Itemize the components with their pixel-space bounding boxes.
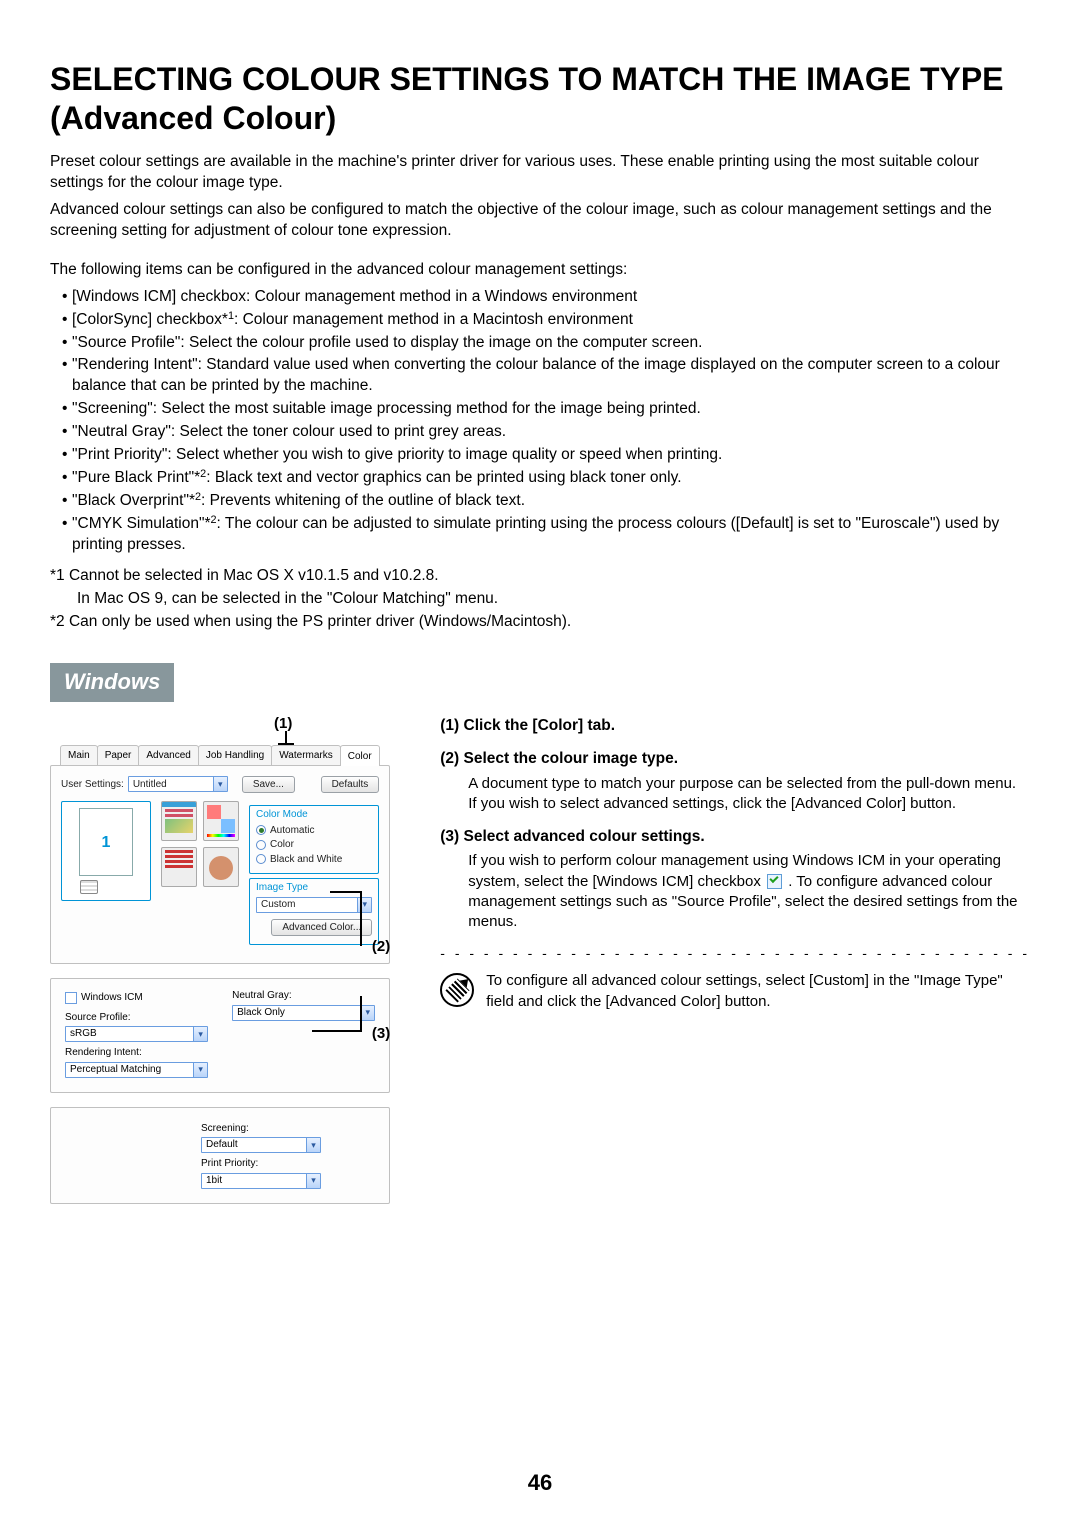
tab-advanced[interactable]: Advanced [138, 745, 198, 765]
list-item: [ColorSync] checkbox*1: Colour managemen… [62, 310, 1030, 331]
tab-watermarks[interactable]: Watermarks [271, 745, 341, 765]
source-profile-label: Source Profile: [65, 1011, 208, 1025]
footnote-1: *1 Cannot be selected in Mac OS X v10.1.… [50, 566, 1030, 587]
pencil-icon [440, 973, 474, 1007]
chevron-down-icon: ▾ [213, 777, 227, 791]
radio-automatic[interactable]: Automatic [256, 824, 372, 838]
image-type-select[interactable]: Custom ▾ [256, 897, 372, 913]
thumb-graphics [203, 801, 239, 841]
user-settings-select[interactable]: Untitled ▾ [128, 776, 228, 792]
chevron-down-icon: ▾ [360, 1006, 374, 1020]
step-3-title: (3) Select advanced colour settings. [440, 827, 1030, 848]
screenshot-driver-dialog: (1) Main Paper Advanced Job Handling Wat… [50, 716, 390, 1204]
callout-3-label: (3) [372, 1024, 390, 1044]
list-item: "Screening": Select the most suitable im… [62, 399, 1030, 420]
save-button[interactable]: Save... [242, 776, 295, 794]
step-1-title: (1) Click the [Color] tab. [440, 716, 1030, 737]
panel-color-tab: User Settings: Untitled ▾ Save... Defaul… [50, 765, 390, 965]
print-priority-label: Print Priority: [201, 1157, 375, 1171]
list-item: "Print Priority": Select whether you wis… [62, 445, 1030, 466]
intro-paragraph-1: Preset colour settings are available in … [50, 152, 1030, 194]
list-item: "Black Overprint"*2: Prevents whitening … [62, 491, 1030, 512]
footnote-1b: In Mac OS 9, can be selected in the "Col… [77, 589, 1030, 610]
step-1: (1) Click the [Color] tab. [440, 716, 1030, 737]
step-2-title: (2) Select the colour image type. [440, 749, 1030, 770]
rendering-intent-select[interactable]: Perceptual Matching▾ [65, 1062, 208, 1078]
intro-paragraph-1b: Advanced colour settings can also be con… [50, 200, 1030, 242]
radio-black-and-white[interactable]: Black and White [256, 853, 372, 867]
footnotes: *1 Cannot be selected in Mac OS X v10.1.… [50, 566, 1030, 633]
step-3: (3) Select advanced colour settings. If … [440, 827, 1030, 933]
screening-select[interactable]: Default▾ [201, 1137, 321, 1153]
neutral-gray-select[interactable]: Black Only▾ [232, 1005, 375, 1021]
tab-color[interactable]: Color [340, 745, 380, 766]
list-item: [Windows ICM] checkbox: Colour managemen… [62, 287, 1030, 308]
page-number: 46 [0, 1468, 1080, 1498]
callout-1-label: (1) [274, 714, 292, 734]
tab-strip: Main Paper Advanced Job Handling Waterma… [60, 744, 390, 765]
screenshot-advanced-color-dialog: Windows ICM Source Profile: sRGB▾ Render… [50, 978, 390, 1093]
source-profile-select[interactable]: sRGB▾ [65, 1026, 208, 1042]
group-color-mode: Color Mode Automatic Color Black and Whi… [249, 805, 379, 874]
tip-note: To configure all advanced colour setting… [440, 971, 1030, 1012]
page-preview: 1 [61, 801, 151, 901]
divider-dashes: - - - - - - - - - - - - - - - - - - - - … [440, 944, 1030, 963]
windows-icm-checkbox[interactable]: Windows ICM [65, 991, 208, 1005]
screenshot-screening-fragment: Screening: Default▾ Print Priority: 1bit… [50, 1107, 390, 1204]
rendering-intent-label: Rendering Intent: [65, 1046, 208, 1060]
defaults-button[interactable]: Defaults [321, 776, 380, 794]
footnote-2: *2 Can only be used when using the PS pr… [50, 612, 1030, 633]
page-title: SELECTING COLOUR SETTINGS TO MATCH THE I… [50, 60, 1030, 138]
print-priority-select[interactable]: 1bit▾ [201, 1173, 321, 1189]
tab-main[interactable]: Main [60, 745, 98, 765]
tab-paper[interactable]: Paper [97, 745, 140, 765]
chevron-down-icon: ▾ [193, 1027, 207, 1041]
user-settings-label: User Settings: [61, 778, 124, 792]
preview-page-number: 1 [79, 808, 133, 876]
intro-paragraph-2: The following items can be configured in… [50, 260, 1030, 281]
screening-label: Screening: [201, 1122, 375, 1136]
list-item: "Pure Black Print"*2: Black text and vec… [62, 468, 1030, 489]
neutral-gray-label: Neutral Gray: [232, 989, 375, 1003]
chevron-down-icon: ▾ [306, 1138, 320, 1152]
radio-color[interactable]: Color [256, 838, 372, 852]
thumb-document [161, 801, 197, 841]
thumb-text [161, 847, 197, 887]
settings-bullet-list: [Windows ICM] checkbox: Colour managemen… [50, 287, 1030, 556]
chevron-down-icon: ▾ [193, 1063, 207, 1077]
callout-2-label: (2) [372, 937, 390, 957]
os-heading-windows: Windows [50, 663, 174, 703]
step-2: (2) Select the colour image type. A docu… [440, 749, 1030, 814]
tab-job-handling[interactable]: Job Handling [198, 745, 272, 765]
list-item: "Source Profile": Select the colour prof… [62, 333, 1030, 354]
list-item: "Rendering Intent": Standard value used … [62, 355, 1030, 397]
list-item: "Neutral Gray": Select the toner colour … [62, 422, 1030, 443]
advanced-color-button[interactable]: Advanced Color... [271, 919, 372, 937]
preview-tray-icon [80, 880, 98, 894]
checked-checkbox-icon [767, 874, 782, 889]
tip-text: To configure all advanced colour setting… [486, 971, 1030, 1012]
checkbox-icon [65, 992, 77, 1004]
thumb-photo [203, 847, 239, 887]
group-title-color-mode: Color Mode [256, 808, 372, 822]
chevron-down-icon: ▾ [306, 1174, 320, 1188]
steps-list: (1) Click the [Color] tab. (2) Select th… [440, 716, 1030, 932]
list-item: "CMYK Simulation"*2: The colour can be a… [62, 514, 1030, 556]
